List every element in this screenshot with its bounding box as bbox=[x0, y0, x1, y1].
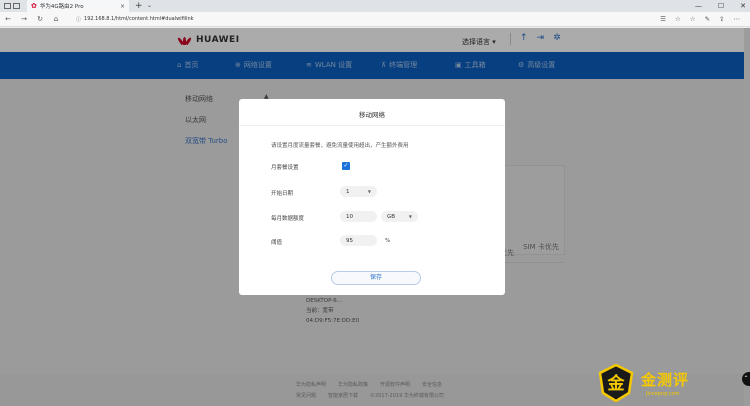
tab-close-icon[interactable]: × bbox=[120, 3, 125, 10]
start-date-select[interactable]: 1 ▼ bbox=[340, 186, 377, 197]
scroll-to-top-icon[interactable]: ⌃ bbox=[742, 372, 750, 386]
home-button[interactable]: ⌂ bbox=[48, 15, 64, 23]
more-icon[interactable]: ⋯ bbox=[734, 15, 741, 23]
page-info-icon[interactable]: ⓘ bbox=[76, 16, 81, 23]
save-button[interactable]: 保存 bbox=[331, 271, 421, 285]
watermark-text: 金测评 bbox=[641, 371, 690, 389]
start-date-label: 开始日期 bbox=[271, 191, 294, 197]
window-controls: — ☐ ✕ bbox=[695, 0, 746, 12]
share-icon[interactable]: ⇪ bbox=[719, 15, 724, 23]
notes-icon[interactable]: ✎ bbox=[705, 15, 710, 23]
close-window-button[interactable]: ✕ bbox=[740, 2, 746, 10]
watermark-badge-char: 金 bbox=[607, 373, 626, 394]
threshold-label: 阈值 bbox=[271, 240, 283, 246]
address-bar: ← → ↻ ⌂ ⓘ 192.168.8.1/html/content.html#… bbox=[0, 12, 750, 27]
maximize-button[interactable]: ☐ bbox=[718, 2, 724, 10]
tab-aside-icon[interactable] bbox=[13, 3, 20, 9]
mobile-network-dialog: 移动网络 请设置月度流量套餐，避免流量使用超出，产生额外费用 月套餐设置 ✓ 开… bbox=[239, 99, 505, 295]
threshold-percent: % bbox=[385, 238, 391, 244]
favorite-icon[interactable]: ☆ bbox=[675, 15, 681, 23]
forward-button[interactable]: → bbox=[16, 15, 32, 23]
tab-title: 华为4G路由2 Pro bbox=[39, 4, 84, 10]
tab-preview-icon[interactable] bbox=[4, 3, 11, 9]
watermark-logo: 金 金测评 jincepng.com bbox=[598, 364, 726, 402]
minimize-button[interactable]: — bbox=[695, 2, 702, 10]
refresh-button[interactable]: ↻ bbox=[32, 15, 48, 23]
watermark-shield-icon: 金 bbox=[598, 364, 634, 402]
browser-tab[interactable]: ✿ 华为4G路由2 Pro × bbox=[27, 0, 129, 12]
tab-actions[interactable] bbox=[4, 1, 22, 11]
monthly-plan-checkbox[interactable]: ✓ bbox=[342, 162, 350, 170]
threshold-input[interactable]: 95 bbox=[340, 235, 377, 246]
favorites-hub-icon[interactable]: ☆ bbox=[690, 15, 696, 23]
data-limit-label: 每月数据额度 bbox=[271, 216, 305, 222]
tab-list-dropdown-icon[interactable]: ⌄ bbox=[147, 0, 152, 12]
watermark-url: jincepng.com bbox=[646, 391, 680, 397]
url-input[interactable]: 192.168.8.1/html/content.html#dualwifili… bbox=[84, 16, 660, 22]
chevron-down-icon: ▼ bbox=[408, 214, 412, 219]
dialog-description: 请设置月度流量套餐，避免流量使用超出，产生额外费用 bbox=[271, 143, 409, 149]
dialog-divider bbox=[239, 125, 505, 126]
data-unit-value: GB bbox=[387, 213, 396, 220]
back-button[interactable]: ← bbox=[0, 15, 16, 23]
browser-tab-bar: ✿ 华为4G路由2 Pro × + ⌄ — ☐ ✕ bbox=[0, 0, 750, 12]
monthly-plan-label: 月套餐设置 bbox=[271, 165, 299, 171]
data-limit-input[interactable]: 10 bbox=[340, 211, 377, 222]
start-date-value: 1 bbox=[346, 188, 350, 195]
reading-view-icon[interactable]: ☰ bbox=[660, 15, 666, 23]
data-unit-select[interactable]: GB ▼ bbox=[381, 211, 418, 222]
chevron-down-icon: ▼ bbox=[367, 189, 371, 194]
dialog-title: 移动网络 bbox=[359, 111, 385, 119]
huawei-favicon-icon: ✿ bbox=[31, 2, 37, 10]
new-tab-button[interactable]: + bbox=[135, 0, 143, 12]
